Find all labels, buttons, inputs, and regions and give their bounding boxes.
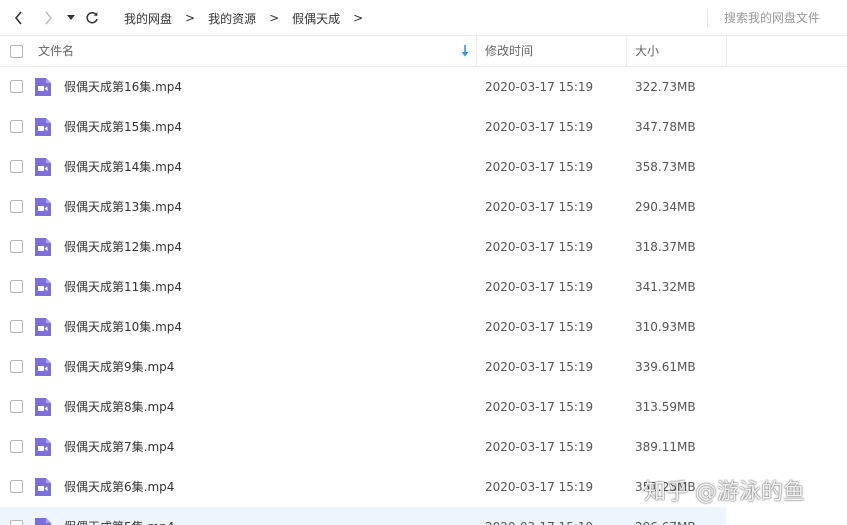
file-modified-time: 2020-03-17 15:19 [485, 360, 594, 374]
column-divider[interactable] [476, 36, 477, 66]
file-modified-time: 2020-03-17 15:19 [485, 440, 594, 454]
file-row[interactable]: 假偶天成第15集.mp4 2020-03-17 15:19 347.78MB [0, 107, 726, 147]
row-checkbox[interactable] [10, 280, 23, 293]
file-size: 347.78MB [635, 120, 696, 134]
file-name[interactable]: 假偶天成第15集.mp4 [64, 107, 182, 147]
file-size: 296.67MB [635, 507, 696, 525]
file-modified-time: 2020-03-17 15:19 [485, 120, 594, 134]
row-checkbox[interactable] [10, 200, 23, 213]
file-row[interactable]: 假偶天成第7集.mp4 2020-03-17 15:19 389.11MB [0, 427, 726, 467]
row-checkbox[interactable] [10, 160, 23, 173]
row-checkbox[interactable] [10, 520, 23, 525]
row-checkbox[interactable] [10, 400, 23, 413]
file-modified-time: 2020-03-17 15:19 [485, 400, 594, 414]
file-modified-time: 2020-03-17 15:19 [485, 480, 594, 494]
file-size: 310.93MB [635, 320, 696, 334]
chevron-right-icon[interactable] [38, 8, 58, 28]
breadcrumb-current-folder[interactable]: 假偶天成 [292, 10, 340, 27]
file-modified-time: 2020-03-17 15:19 [485, 280, 594, 294]
file-name[interactable]: 假偶天成第5集.mp4 [64, 507, 174, 525]
row-checkbox[interactable] [10, 240, 23, 253]
video-file-icon [34, 157, 52, 177]
video-file-icon [34, 117, 52, 137]
file-modified-time: 2020-03-17 15:19 [485, 240, 594, 254]
column-header-modified[interactable]: 修改时间 [485, 36, 625, 66]
file-row[interactable]: 假偶天成第9集.mp4 2020-03-17 15:19 339.61MB [0, 347, 726, 387]
column-header-name[interactable]: 文件名 [38, 36, 476, 66]
file-modified-time: 2020-03-17 15:19 [485, 507, 593, 525]
file-name[interactable]: 假偶天成第10集.mp4 [64, 307, 182, 347]
file-size: 341.32MB [635, 280, 696, 294]
file-size: 358.73MB [635, 160, 696, 174]
video-file-icon [34, 437, 52, 457]
breadcrumb-separator: > [185, 11, 196, 25]
row-checkbox[interactable] [10, 360, 23, 373]
video-file-icon [34, 197, 52, 217]
file-size: 339.61MB [635, 360, 696, 374]
file-size: 313.59MB [635, 400, 696, 414]
breadcrumb-separator: > [353, 11, 364, 25]
column-header-size[interactable]: 大小 [635, 36, 725, 66]
breadcrumb-separator: > [269, 11, 280, 25]
file-name[interactable]: 假偶天成第12集.mp4 [64, 227, 182, 267]
select-all-checkbox[interactable] [10, 45, 23, 58]
chevron-left-icon[interactable] [9, 8, 29, 28]
caret-down-icon[interactable] [63, 8, 79, 28]
breadcrumb-my-resources[interactable]: 我的资源 [208, 10, 256, 27]
file-name[interactable]: 假偶天成第11集.mp4 [64, 267, 182, 307]
file-name[interactable]: 假偶天成第13集.mp4 [64, 187, 182, 227]
video-file-icon [34, 477, 52, 497]
file-name[interactable]: 假偶天成第16集.mp4 [64, 67, 182, 107]
breadcrumb-my-disk[interactable]: 我的网盘 [124, 10, 172, 27]
toolbar: 我的网盘 > 我的资源 > 假偶天成 > [0, 0, 847, 36]
file-row[interactable]: 假偶天成第12集.mp4 2020-03-17 15:19 318.37MB [0, 227, 726, 267]
row-checkbox[interactable] [10, 320, 23, 333]
file-size: 290.34MB [635, 200, 696, 214]
file-size: 351.25MB [635, 480, 696, 494]
file-row[interactable]: 假偶天成第14集.mp4 2020-03-17 15:19 358.73MB [0, 147, 726, 187]
video-file-icon [34, 357, 52, 377]
search-input[interactable] [718, 6, 840, 30]
video-file-icon [34, 237, 52, 257]
file-size: 318.37MB [635, 240, 696, 254]
sort-down-arrow-icon[interactable] [460, 44, 470, 58]
file-modified-time: 2020-03-17 15:19 [485, 160, 594, 174]
column-divider[interactable] [626, 36, 627, 66]
file-row[interactable]: 假偶天成第10集.mp4 2020-03-17 15:19 310.93MB [0, 307, 726, 347]
column-divider[interactable] [726, 36, 727, 66]
file-row[interactable]: 假偶天成第5集.mp4 2020-03-17 15:19 296.67MB [0, 507, 726, 525]
video-file-icon [34, 77, 52, 97]
video-file-icon [34, 397, 52, 417]
file-row[interactable]: 假偶天成第13集.mp4 2020-03-17 15:19 290.34MB [0, 187, 726, 227]
file-modified-time: 2020-03-17 15:19 [485, 200, 594, 214]
file-name[interactable]: 假偶天成第9集.mp4 [64, 347, 174, 387]
file-row[interactable]: 假偶天成第8集.mp4 2020-03-17 15:19 313.59MB [0, 387, 726, 427]
row-checkbox[interactable] [10, 120, 23, 133]
file-row[interactable]: 假偶天成第6集.mp4 2020-03-17 15:19 351.25MB [0, 467, 726, 507]
file-modified-time: 2020-03-17 15:19 [485, 80, 594, 94]
file-modified-time: 2020-03-17 15:19 [485, 320, 594, 334]
video-file-icon [34, 317, 52, 337]
file-name[interactable]: 假偶天成第14集.mp4 [64, 147, 182, 187]
file-row[interactable]: 假偶天成第16集.mp4 2020-03-17 15:19 322.73MB [0, 67, 726, 107]
row-checkbox[interactable] [10, 80, 23, 93]
file-list-header: 文件名 修改时间 大小 [0, 36, 847, 67]
file-name[interactable]: 假偶天成第6集.mp4 [64, 467, 174, 507]
video-file-icon [34, 517, 52, 525]
file-size: 322.73MB [635, 80, 696, 94]
search-divider [707, 9, 708, 27]
video-file-icon [34, 277, 52, 297]
row-checkbox[interactable] [10, 440, 23, 453]
row-checkbox[interactable] [10, 480, 23, 493]
file-size: 389.11MB [635, 440, 696, 454]
file-name[interactable]: 假偶天成第8集.mp4 [64, 387, 174, 427]
refresh-icon[interactable] [82, 8, 102, 28]
file-name[interactable]: 假偶天成第7集.mp4 [64, 427, 174, 467]
file-row[interactable]: 假偶天成第11集.mp4 2020-03-17 15:19 341.32MB [0, 267, 726, 307]
breadcrumb: 我的网盘 > 我的资源 > 假偶天成 > [124, 0, 376, 36]
